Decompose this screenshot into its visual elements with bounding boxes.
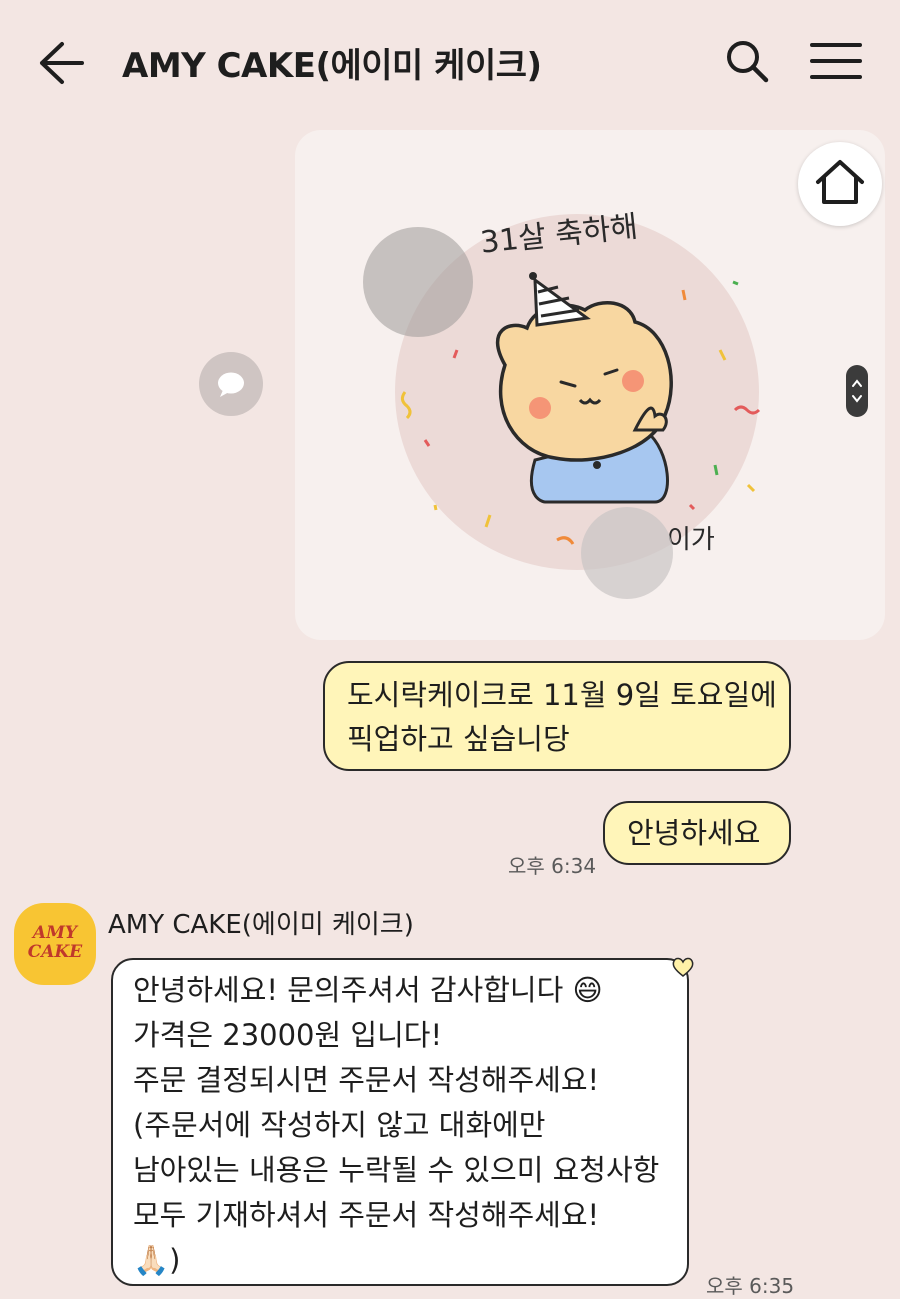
cake-design-image[interactable]: 31살 축하해 이가 (295, 130, 885, 640)
home-icon (816, 160, 864, 204)
like-button[interactable] (670, 955, 696, 979)
my-message-bubble[interactable]: 안녕하세요 (603, 801, 791, 865)
sender-name: AMY CAKE(에이미 케이크) (108, 910, 414, 940)
menu-button[interactable] (808, 40, 864, 82)
avatar-logo-text: AMY CAKE (27, 923, 83, 962)
cake-illustration: 31살 축하해 이가 (363, 209, 761, 599)
back-arrow-icon (40, 42, 84, 84)
message-line: 🙏🏻) (133, 1243, 181, 1277)
message-timestamp: 오후 6:34 (508, 854, 597, 878)
cake-text-bottom: 이가 (667, 525, 715, 555)
home-button[interactable] (798, 142, 882, 226)
message-line: 주문 결정되시면 주문서 작성해주세요! (133, 1063, 600, 1097)
scroll-handle-icon (852, 379, 862, 403)
message-line: 모두 기재하셔서 주문서 작성해주세요! (133, 1198, 600, 1232)
message-line: 가격은 23000원 입니다! (133, 1018, 443, 1052)
their-message-bubble[interactable]: 안녕하세요! 문의주셔서 감사합니다 😄 가격은 23000원 입니다! 주문 … (111, 958, 689, 1286)
chat-header: AMY CAKE(에이미 케이크) (0, 0, 900, 120)
search-button[interactable] (722, 36, 774, 88)
back-button[interactable] (34, 38, 88, 88)
message-line: 도시락케이크로 11월 9일 토요일에 (347, 678, 777, 712)
my-message-bubble[interactable]: 도시락케이크로 11월 9일 토요일에 픽업하고 싶습니당 (323, 661, 791, 771)
message-line: (주문서에 작성하지 않고 대화에만 (133, 1108, 546, 1142)
heart-icon (672, 957, 694, 977)
message-line: 픽업하고 싶습니당 (347, 722, 570, 756)
chat-title: AMY CAKE(에이미 케이크) (122, 46, 542, 86)
message-line: 남아있는 내용은 누락될 수 있으미 요청사항 (133, 1153, 660, 1187)
message-line: 안녕하세요 (627, 816, 761, 850)
menu-icon (810, 43, 862, 79)
search-icon (727, 41, 769, 83)
scroll-handle[interactable] (846, 365, 868, 417)
share-icon (218, 372, 244, 397)
share-button[interactable] (199, 352, 263, 416)
message-line: 안녕하세요! 문의주셔서 감사합니다 😄 (133, 973, 603, 1007)
